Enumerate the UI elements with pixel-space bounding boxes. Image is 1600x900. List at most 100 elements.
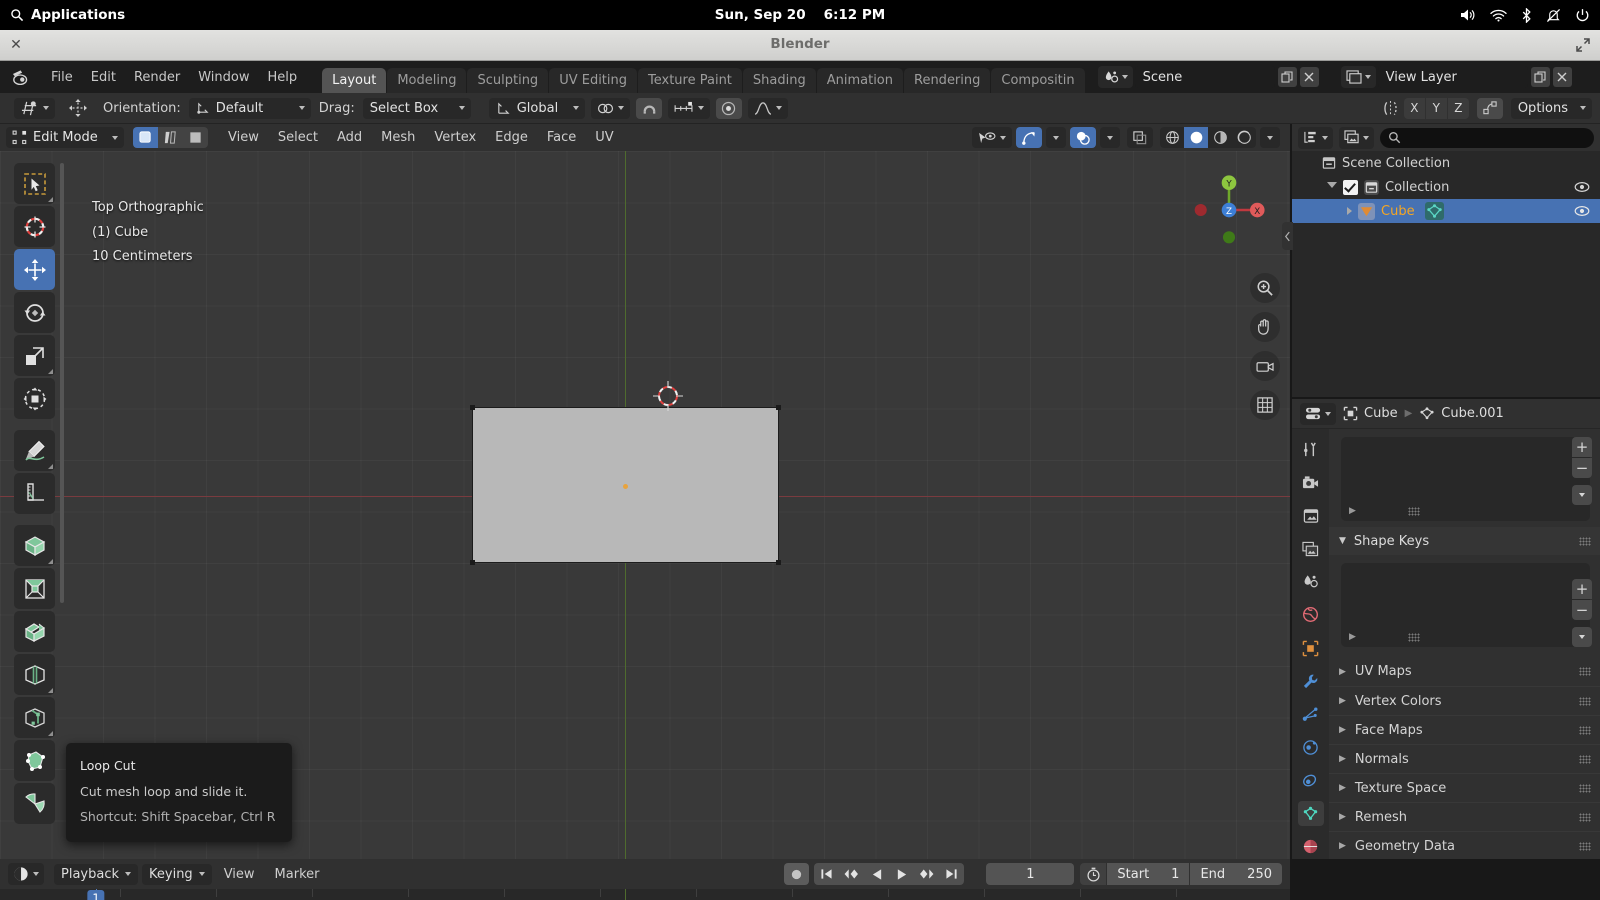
workspace-tab-uv-editing[interactable]: UV Editing [549,68,637,93]
overlays-dropdown[interactable] [1100,127,1120,148]
menu-edit[interactable]: Edit [82,67,125,88]
viewport-menu-edge[interactable]: Edge [488,127,535,148]
timeline-editor-type-button[interactable] [8,863,44,885]
tool-inset-faces[interactable] [14,611,55,652]
shape-key-remove-button[interactable]: − [1572,600,1592,620]
scene-name-field[interactable]: Scene [1135,66,1275,88]
workspace-tab-modeling[interactable]: Modeling [387,68,466,93]
shading-wireframe-button[interactable] [1160,127,1184,148]
properties-tab-material[interactable] [1298,834,1324,859]
tool-extrude-region[interactable] [14,568,55,609]
playback-dropdown[interactable]: Playback [54,864,138,885]
vertex-group-specials-button[interactable] [1572,485,1592,505]
uv-mirror-toggle[interactable] [1477,98,1503,119]
vertex-group-remove-button[interactable]: − [1572,458,1592,478]
workspace-tab-shading[interactable]: Shading [743,68,816,93]
properties-tab-object-data[interactable] [1298,801,1324,826]
properties-tab-particles[interactable] [1298,702,1324,727]
view-axis-gizmo[interactable]: Y X Z [1190,171,1268,249]
section-face-maps[interactable]: ▶ Face Maps [1329,715,1600,744]
mirror-y-button[interactable]: Y [1426,98,1447,119]
disclosure-triangle-icon[interactable] [1347,207,1352,215]
orientation-dropdown[interactable]: Default [189,98,311,119]
tool-bevel[interactable] [14,654,55,695]
jump-to-start-button[interactable] [814,863,839,885]
show-overlays-toggle[interactable] [1070,127,1096,148]
tool-add-cube[interactable] [14,525,55,566]
outliner-search-input[interactable] [1380,128,1594,148]
viewport-menu-mesh[interactable]: Mesh [374,127,422,148]
blender-logo-icon[interactable] [12,69,32,85]
gizmo-dropdown[interactable] [1046,127,1066,148]
xray-toggle[interactable] [1127,127,1153,148]
previous-keyframe-button[interactable] [839,863,864,885]
resize-grip-icon[interactable] [1408,633,1420,642]
options-dropdown[interactable]: Options [1511,98,1592,119]
eye-icon[interactable] [1574,181,1590,193]
section-geometry-data[interactable]: ▶ Geometry Data [1329,831,1600,859]
section-vertex-colors[interactable]: ▶ Vertex Colors [1329,686,1600,715]
properties-tab-view-layer[interactable] [1298,536,1324,561]
start-frame-field[interactable]: Start 1 [1107,863,1189,885]
drag-dropdown[interactable]: Select Box [363,98,471,119]
mirror-icon[interactable] [1381,100,1400,117]
zoom-view-button[interactable] [1250,273,1280,303]
properties-tab-output[interactable] [1298,503,1324,528]
disclosure-triangle-icon[interactable] [1327,182,1337,192]
next-keyframe-button[interactable] [914,863,939,885]
shading-solid-button[interactable] [1184,127,1208,148]
workspace-tab-rendering[interactable]: Rendering [904,68,990,93]
workspace-tab-animation[interactable]: Animation [817,68,903,93]
tool-annotate[interactable] [14,430,55,471]
bluetooth-icon[interactable] [1521,8,1532,23]
face-select-mode-button[interactable] [183,127,208,148]
pan-view-button[interactable] [1250,312,1280,342]
new-view-layer-button[interactable] [1531,67,1550,87]
mode-dropdown[interactable]: Edit Mode [6,127,124,148]
properties-tab-scene[interactable] [1298,569,1324,594]
shading-material-button[interactable] [1208,127,1232,148]
snap-to-dropdown[interactable] [591,98,630,119]
shape-key-specials-button[interactable] [1572,627,1592,647]
keying-dropdown[interactable]: Keying [142,864,212,885]
section-uv-maps[interactable]: ▶ UV Maps [1329,657,1600,686]
properties-tab-tool[interactable] [1298,437,1324,462]
use-preview-range-button[interactable] [1080,863,1106,885]
current-frame-field[interactable]: 1 [986,863,1074,885]
breadcrumb-object[interactable]: Cube [1343,406,1398,421]
active-tool-button[interactable] [14,98,55,119]
show-gizmo-toggle[interactable] [1016,127,1042,148]
toolbar-scrollbar[interactable] [60,163,64,603]
vertex-groups-list[interactable]: ▶ [1341,437,1590,521]
visibility-dropdown[interactable] [972,127,1012,148]
workspace-tab-texture-paint[interactable]: Texture Paint [638,68,742,93]
properties-tab-object[interactable] [1298,635,1324,660]
edge-select-mode-button[interactable] [158,127,183,148]
shape-key-add-button[interactable]: + [1572,579,1592,599]
tool-scale[interactable] [14,335,55,376]
view-layer-browse-button[interactable] [1341,66,1376,88]
mirror-z-button[interactable]: Z [1448,98,1469,119]
tool-rotate[interactable] [14,292,55,333]
tool-move[interactable] [14,249,55,290]
outliner-collapse-handle[interactable] [1282,222,1293,250]
menu-file[interactable]: File [42,67,82,88]
timeline-menu-view[interactable]: View [216,864,263,885]
properties-tab-constraints[interactable] [1298,768,1324,793]
mirror-x-button[interactable]: X [1404,98,1425,119]
delete-view-layer-button[interactable] [1553,67,1572,87]
tool-tweak[interactable] [14,163,55,204]
camera-view-button[interactable] [1250,351,1280,381]
window-maximize-button[interactable] [1576,38,1590,52]
jump-to-end-button[interactable] [939,863,964,885]
workspace-tab-compositing[interactable]: Compositin [991,68,1084,93]
delete-scene-button[interactable] [1300,67,1319,87]
breadcrumb-mesh-data[interactable]: Cube.001 [1419,406,1504,421]
section-remesh[interactable]: ▶ Remesh [1329,802,1600,831]
menu-window[interactable]: Window [189,67,258,88]
tool-cursor[interactable] [14,206,55,247]
expand-triangle-icon[interactable]: ▶ [1349,506,1356,516]
notification-muted-icon[interactable] [1546,8,1561,23]
shape-keys-panel-header[interactable]: ▼ Shape Keys [1329,527,1600,555]
power-icon[interactable] [1575,8,1590,23]
